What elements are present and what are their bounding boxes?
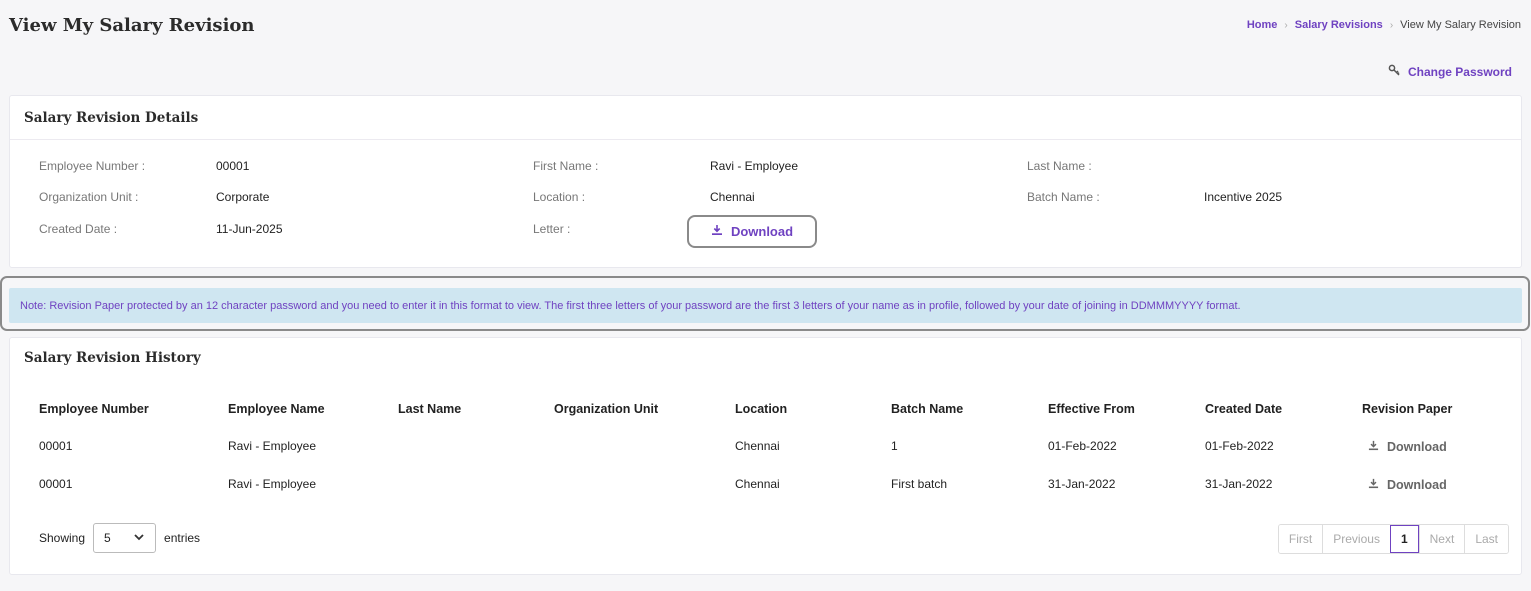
column-header-last-name: Last Name: [398, 402, 462, 416]
showing-label: Showing: [39, 531, 86, 545]
location-label: Location :: [533, 190, 586, 204]
cell-employee-name: Ravi - Employee: [228, 439, 317, 453]
letter-label: Letter :: [533, 222, 571, 236]
column-header-employee-number: Employee Number: [39, 402, 149, 416]
entries-label: entries: [164, 531, 201, 545]
download-icon: [1368, 478, 1379, 492]
breadcrumb-home[interactable]: Home: [1247, 19, 1278, 31]
breadcrumb-separator-icon: ›: [1284, 19, 1288, 31]
revision-paper-download-button[interactable]: Download: [1368, 440, 1447, 454]
pagination-last[interactable]: Last: [1464, 525, 1508, 553]
pagination-page-1[interactable]: 1: [1389, 525, 1419, 553]
download-icon: [711, 224, 723, 239]
chevron-down-icon: [133, 531, 145, 546]
cell-batch-name: 1: [891, 439, 898, 453]
download-label: Download: [1387, 478, 1447, 492]
revision-paper-download-button[interactable]: Download: [1368, 478, 1447, 492]
first-name-value: Ravi - Employee: [710, 159, 799, 173]
salary-revision-details-card: Salary Revision Details Employee Number …: [9, 95, 1522, 268]
cell-created-date: 31-Jan-2022: [1205, 477, 1273, 491]
cell-location: Chennai: [735, 477, 780, 491]
pagination: First Previous 1 Next Last: [1277, 524, 1509, 554]
cell-created-date: 01-Feb-2022: [1205, 439, 1274, 453]
breadcrumb-current: View My Salary Revision: [1400, 19, 1521, 31]
org-unit-value: Corporate: [216, 190, 270, 204]
details-row: Employee Number : 00001 First Name : Rav…: [10, 159, 1521, 179]
letter-download-label: Download: [730, 224, 794, 239]
column-header-created-date: Created Date: [1205, 402, 1283, 416]
column-header-organization-unit: Organization Unit: [554, 402, 659, 416]
cell-employee-number: 00001: [39, 439, 73, 453]
last-name-label: Last Name :: [1027, 159, 1092, 173]
password-note: Note: Revision Paper protected by an 12 …: [9, 288, 1522, 323]
page-size-value: 5: [104, 531, 111, 545]
batch-name-label: Batch Name :: [1027, 190, 1100, 204]
key-icon: [1388, 64, 1400, 79]
download-icon: [1368, 440, 1379, 454]
cell-batch-name: First batch: [891, 477, 948, 491]
cell-employee-number: 00001: [39, 477, 73, 491]
details-row: Organization Unit : Corporate Location :…: [10, 190, 1521, 210]
employee-number-label: Employee Number :: [39, 159, 146, 173]
first-name-label: First Name :: [533, 159, 599, 173]
cell-effective-from: 31-Jan-2022: [1048, 477, 1116, 491]
column-header-revision-paper: Revision Paper: [1362, 402, 1453, 416]
created-date-label: Created Date :: [39, 222, 118, 236]
pagination-first[interactable]: First: [1278, 525, 1323, 553]
column-header-location: Location: [735, 402, 788, 416]
batch-name-value: Incentive 2025: [1204, 190, 1283, 204]
pagination-next[interactable]: Next: [1418, 525, 1465, 553]
history-card-title: Salary Revision History: [24, 350, 201, 366]
details-card-title: Salary Revision Details: [10, 96, 1521, 140]
change-password-label: Change Password: [1407, 64, 1512, 79]
location-value: Chennai: [710, 190, 755, 204]
breadcrumb-salary-revisions[interactable]: Salary Revisions: [1295, 19, 1383, 31]
pagination-previous[interactable]: Previous: [1322, 525, 1390, 553]
change-password-link[interactable]: Change Password: [1388, 64, 1512, 79]
page-size-select[interactable]: 5: [93, 523, 157, 553]
breadcrumb: Home › Salary Revisions › View My Salary…: [1247, 19, 1521, 31]
page-title: View My Salary Revision: [9, 15, 255, 36]
breadcrumb-separator-icon: ›: [1389, 19, 1394, 31]
salary-revision-history-card: Salary Revision History Employee Number …: [9, 337, 1522, 575]
letter-download-button[interactable]: Download: [687, 215, 817, 248]
cell-location: Chennai: [735, 439, 780, 453]
column-header-batch-name: Batch Name: [891, 402, 964, 416]
column-header-employee-name: Employee Name: [228, 402, 325, 416]
column-header-effective-from: Effective From: [1048, 402, 1135, 416]
download-label: Download: [1387, 440, 1447, 454]
cell-effective-from: 01-Feb-2022: [1048, 439, 1117, 453]
employee-number-value: 00001: [216, 159, 250, 173]
org-unit-label: Organization Unit :: [39, 190, 139, 204]
cell-employee-name: Ravi - Employee: [228, 477, 317, 491]
created-date-value: 11-Jun-2025: [216, 222, 283, 236]
page-size-control: Showing 5 entries: [39, 523, 200, 553]
